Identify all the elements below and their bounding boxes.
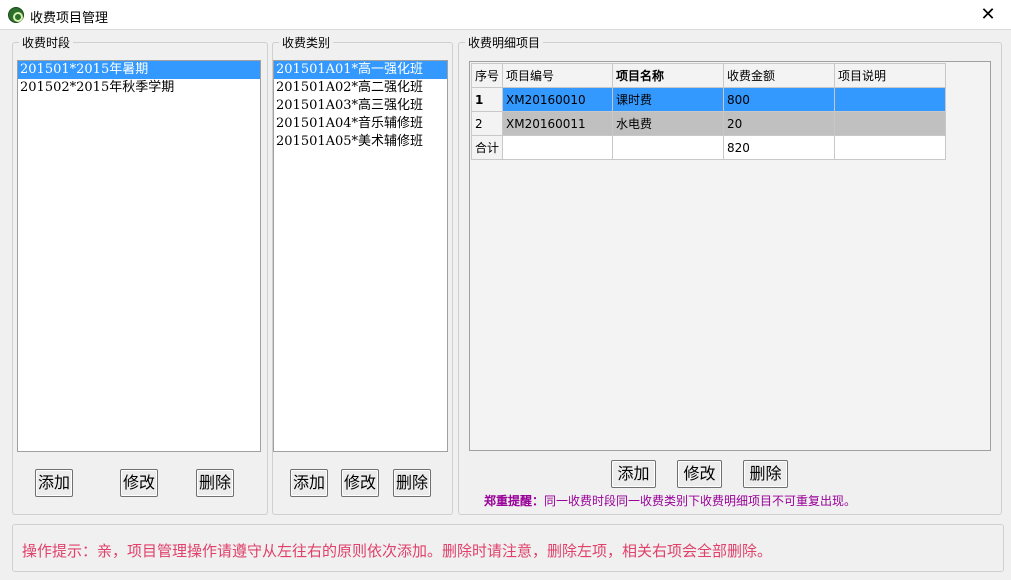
column-header-no[interactable]: 序号 (470, 63, 504, 88)
categories-listbox[interactable]: 201501A01*高一强化班 201501A02*高二强化班 201501A0… (273, 60, 448, 452)
row-number: 1 (470, 87, 504, 112)
window-title: 收费项目管理 (30, 11, 109, 26)
column-header-name[interactable]: 项目名称 (612, 63, 725, 88)
total-label: 合计 (470, 135, 504, 160)
column-header-code[interactable]: 项目编号 (502, 63, 614, 88)
item-name-cell[interactable]: 水电费 (612, 111, 725, 136)
column-header-amount[interactable]: 收费金额 (723, 63, 836, 88)
details-grid[interactable]: 序号 项目编号 项目名称 收费金额 项目说明 1 XM20160010 课时费 … (469, 61, 991, 451)
item-name-cell[interactable]: 课时费 (612, 87, 725, 112)
total-amount: 820 (723, 135, 836, 160)
category-add-button[interactable]: 添加 (290, 469, 328, 497)
table-header-row: 序号 项目编号 项目名称 收费金额 项目说明 (470, 63, 947, 88)
category-item[interactable]: 201501A02*高二强化班 (274, 79, 447, 97)
item-note-cell[interactable] (834, 87, 947, 112)
category-edit-button[interactable]: 修改 (341, 469, 379, 497)
category-item[interactable]: 201501A05*美术辅修班 (274, 133, 447, 151)
period-item[interactable]: 201502*2015年秋季学期 (18, 79, 260, 97)
close-button[interactable]: ✕ (965, 0, 1011, 30)
total-empty-cell (612, 135, 725, 160)
period-add-button[interactable]: 添加 (35, 469, 73, 497)
item-code-cell[interactable]: XM20160010 (502, 87, 614, 112)
tip-panel: 操作提示：亲，项目管理操作请遵守从左往右的原则依次添加。删除时请注意，删除左项，… (12, 524, 1004, 572)
category-item[interactable]: 201501A01*高一强化班 (274, 61, 447, 79)
item-amount-cell[interactable]: 800 (723, 87, 836, 112)
reminder-prefix: 郑重提醒： (484, 494, 545, 508)
category-item[interactable]: 201501A04*音乐辅修班 (274, 115, 447, 133)
operation-tip: 操作提示：亲，项目管理操作请遵守从左往右的原则依次添加。删除时请注意，删除左项，… (22, 542, 773, 560)
details-table: 序号 项目编号 项目名称 收费金额 项目说明 1 XM20160010 课时费 … (470, 63, 947, 160)
periods-listbox[interactable]: 201501*2015年暑期 201502*2015年秋季学期 (17, 60, 261, 452)
detail-add-button[interactable]: 添加 (611, 460, 656, 488)
item-code-cell[interactable]: XM20160011 (502, 111, 614, 136)
detail-edit-button[interactable]: 修改 (677, 460, 722, 488)
reminder-note: 郑重提醒：同一收费时段同一收费类别下收费明细项目不可重复出现。 (484, 492, 856, 509)
item-amount-cell[interactable]: 20 (723, 111, 836, 136)
table-row[interactable]: 2 XM20160011 水电费 20 (470, 111, 947, 136)
categories-legend: 收费类别 (279, 34, 334, 51)
detail-delete-button[interactable]: 删除 (743, 460, 788, 488)
period-item[interactable]: 201501*2015年暑期 (18, 61, 260, 79)
period-edit-button[interactable]: 修改 (120, 469, 158, 497)
periods-legend: 收费时段 (19, 34, 74, 51)
category-item[interactable]: 201501A03*高三强化班 (274, 97, 447, 115)
reminder-text: 同一收费时段同一收费类别下收费明细项目不可重复出现。 (544, 494, 857, 508)
total-empty-cell (834, 135, 947, 160)
table-row[interactable]: 1 XM20160010 课时费 800 (470, 87, 947, 112)
row-number: 2 (470, 111, 504, 136)
app-logo-icon (8, 7, 24, 23)
total-row: 合计 820 (470, 135, 947, 160)
title-bar: 收费项目管理 ✕ (0, 0, 1011, 30)
period-delete-button[interactable]: 删除 (196, 469, 234, 497)
category-delete-button[interactable]: 删除 (393, 469, 431, 497)
item-note-cell[interactable] (834, 111, 947, 136)
total-empty-cell (502, 135, 614, 160)
column-header-note[interactable]: 项目说明 (834, 63, 947, 88)
details-legend: 收费明细项目 (465, 34, 544, 51)
